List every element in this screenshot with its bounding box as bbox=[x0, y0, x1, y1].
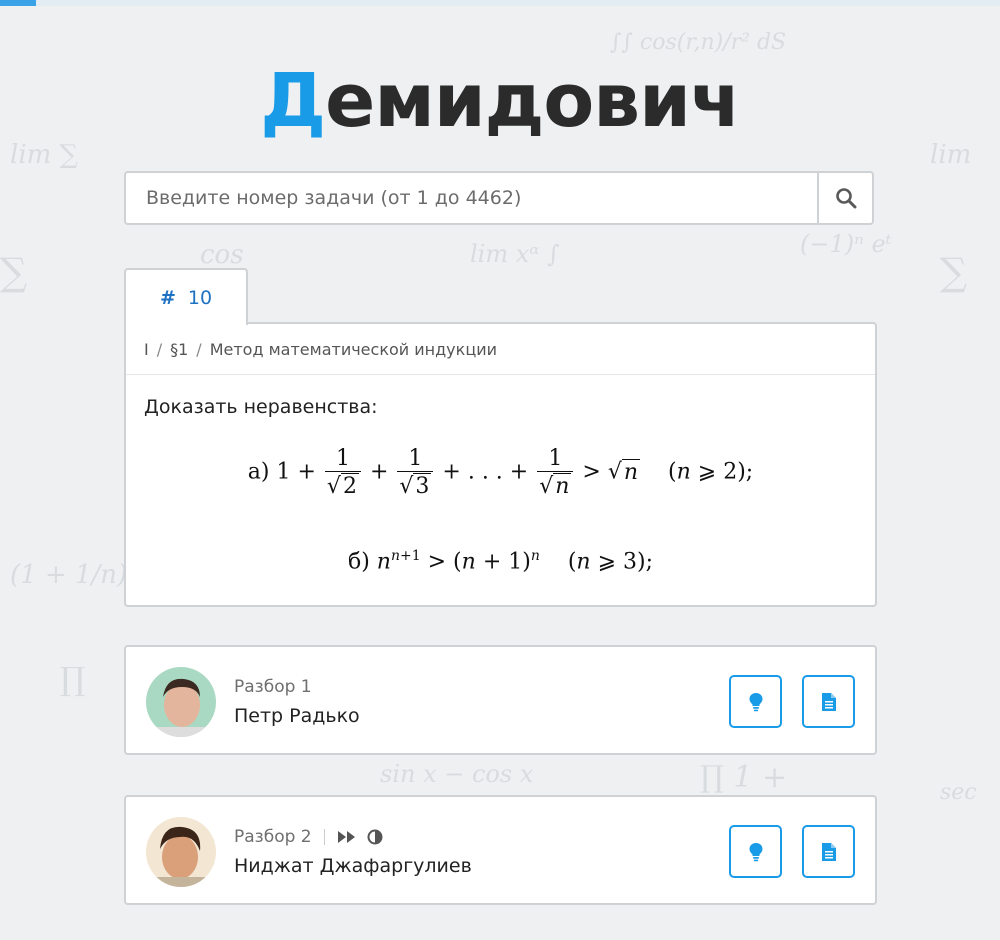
tab-problem-number[interactable]: # 10 bbox=[124, 268, 248, 325]
solution-title: Разбор 1 bbox=[234, 677, 312, 697]
solution-card: Разбор 1 Петр Радько bbox=[124, 645, 877, 755]
site-logo[interactable]: Демидович bbox=[0, 58, 1000, 144]
formula-a-label: а) bbox=[247, 459, 270, 485]
breadcrumb: I / §1 / Метод математической индукции bbox=[126, 324, 875, 375]
solution-label: Разбор 1 bbox=[234, 677, 312, 697]
logo-text: емидович bbox=[325, 58, 741, 144]
document-button[interactable] bbox=[802, 825, 855, 878]
avatar bbox=[146, 817, 216, 887]
half-circle-icon bbox=[367, 829, 383, 845]
hash-icon: # bbox=[159, 286, 176, 309]
solution-card: Разбор 2 Ниджат Джафаргулиев bbox=[124, 795, 877, 905]
formula-b-label: б) bbox=[347, 549, 370, 575]
fast-forward-icon bbox=[337, 830, 357, 844]
breadcrumb-part[interactable]: I bbox=[144, 340, 149, 359]
label-divider bbox=[323, 829, 325, 845]
breadcrumb-separator: / bbox=[156, 339, 163, 359]
hint-button[interactable] bbox=[729, 825, 782, 878]
formula-a: а) 1 + 1 √2 + 1 √3 + . . . + 1 √n > √n (n ⩾… bbox=[247, 446, 754, 499]
search-button[interactable] bbox=[817, 173, 872, 223]
top-progress-strip bbox=[0, 0, 1000, 6]
formula-b: б) nn+1 > (n + 1)n (n ⩾ 3); bbox=[347, 548, 654, 575]
breadcrumb-topic[interactable]: Метод математической индукции bbox=[210, 340, 497, 359]
document-icon bbox=[821, 842, 836, 861]
search-icon bbox=[835, 188, 856, 209]
search-bar bbox=[124, 171, 874, 225]
breadcrumb-section[interactable]: §1 bbox=[170, 340, 188, 359]
solution-author[interactable]: Ниджат Джафаргулиев bbox=[234, 855, 472, 877]
top-strip-accent bbox=[0, 0, 36, 6]
problem-card: I / §1 / Метод математической индукции Д… bbox=[124, 322, 877, 607]
solution-title: Разбор 2 bbox=[234, 827, 312, 847]
search-input[interactable] bbox=[126, 173, 817, 223]
lightbulb-icon bbox=[749, 692, 762, 711]
logo-first-letter: Д bbox=[260, 58, 326, 144]
avatar bbox=[146, 667, 216, 737]
document-button[interactable] bbox=[802, 675, 855, 728]
solution-label: Разбор 2 bbox=[234, 827, 393, 847]
lightbulb-icon bbox=[749, 842, 762, 861]
problem-statement: Доказать неравенства: bbox=[144, 396, 378, 418]
hint-button[interactable] bbox=[729, 675, 782, 728]
document-icon bbox=[821, 692, 836, 711]
solution-author[interactable]: Петр Радько bbox=[234, 705, 360, 727]
breadcrumb-separator: / bbox=[196, 339, 202, 359]
tab-number: 10 bbox=[187, 286, 213, 309]
